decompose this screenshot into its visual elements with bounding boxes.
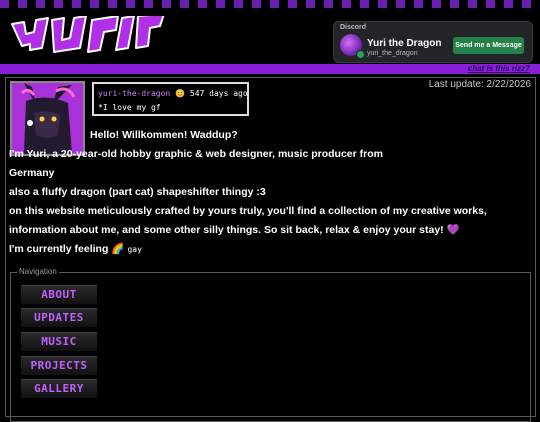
greeting: Hello! Willkommen! Waddup?: [90, 129, 238, 141]
discord-handle: yuri_the_dragon: [367, 50, 418, 57]
smiley-icon: 😊: [175, 89, 186, 98]
status-message: *I love my gf: [98, 103, 161, 112]
nav-projects[interactable]: PROJECTS: [21, 356, 97, 375]
intro-line: also a fluffy dragon (part cat) shapeshi…: [9, 186, 266, 198]
send-message-button[interactable]: Send me a Message: [453, 37, 524, 54]
feeling-row: I'm currently feeling 🌈 gay: [9, 240, 529, 259]
checker-strip: [0, 0, 540, 8]
discord-label: Discord: [340, 24, 367, 31]
discord-name: Yuri the Dragon: [367, 38, 442, 49]
accent-bar: chat is this rizz?: [0, 64, 540, 74]
intro-line: information about me, and some other sil…: [9, 224, 460, 236]
nav-updates[interactable]: UPDATES: [21, 308, 97, 327]
navigation-legend: Navigation: [17, 267, 59, 276]
site-logo[interactable]: [8, 16, 168, 62]
nav-about[interactable]: ABOUT: [21, 285, 97, 304]
dragon-avatar-icon: [12, 83, 83, 154]
online-status-icon: [356, 50, 365, 59]
main-panel: yuri-the-dragon 😊 547 days ago *I love m…: [5, 77, 536, 422]
intro-line: on this website meticulously crafted by …: [9, 205, 487, 217]
rainbow-icon: 🌈: [111, 243, 125, 255]
last-update: Last update: 2/22/2026: [428, 79, 531, 90]
navigation-box: Navigation ABOUT UPDATES MUSIC PROJECTS …: [10, 267, 531, 422]
nav-music[interactable]: MUSIC: [21, 332, 97, 351]
status-box: yuri-the-dragon 😊 547 days ago *I love m…: [92, 82, 249, 116]
feeling-value: gay: [127, 245, 142, 254]
status-username[interactable]: yuri-the-dragon: [98, 89, 170, 98]
intro-line: Germany: [9, 167, 55, 179]
chat-link[interactable]: chat is this rizz?: [468, 64, 530, 74]
discord-card: Discord Yuri the Dragon yuri_the_dragon …: [333, 21, 533, 63]
nav-gallery[interactable]: GALLERY: [21, 379, 97, 398]
feeling-label: I'm currently feeling: [9, 243, 109, 255]
intro-text: I'm Yuri, a 20-year-old hobby graphic & …: [9, 145, 529, 259]
status-days: 547 days ago: [189, 89, 248, 98]
intro-line: I'm Yuri, a 20-year-old hobby graphic & …: [9, 148, 383, 160]
